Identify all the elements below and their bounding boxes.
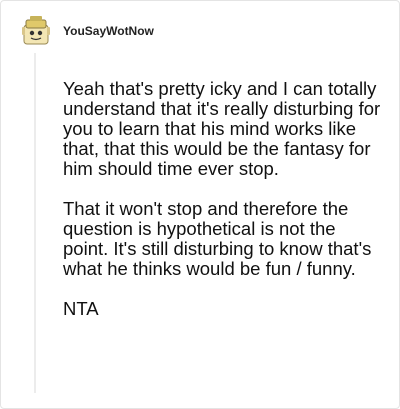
snoo-avatar-icon[interactable]: [21, 15, 51, 47]
comment-header: YouSayWotNow: [21, 15, 154, 47]
comment-paragraph: That it won't stop and therefore the que…: [63, 198, 372, 279]
comment-author-username[interactable]: YouSayWotNow: [63, 24, 154, 38]
thread-collapse-line[interactable]: [34, 53, 36, 393]
comment-body: Yeah that's pretty icky and I can totall…: [63, 79, 383, 339]
comment-paragraph: Yeah that's pretty icky and I can totall…: [63, 78, 381, 179]
comment-card: YouSayWotNow Yeah that's pretty icky and…: [0, 0, 400, 409]
comment-paragraph: NTA: [63, 298, 99, 319]
